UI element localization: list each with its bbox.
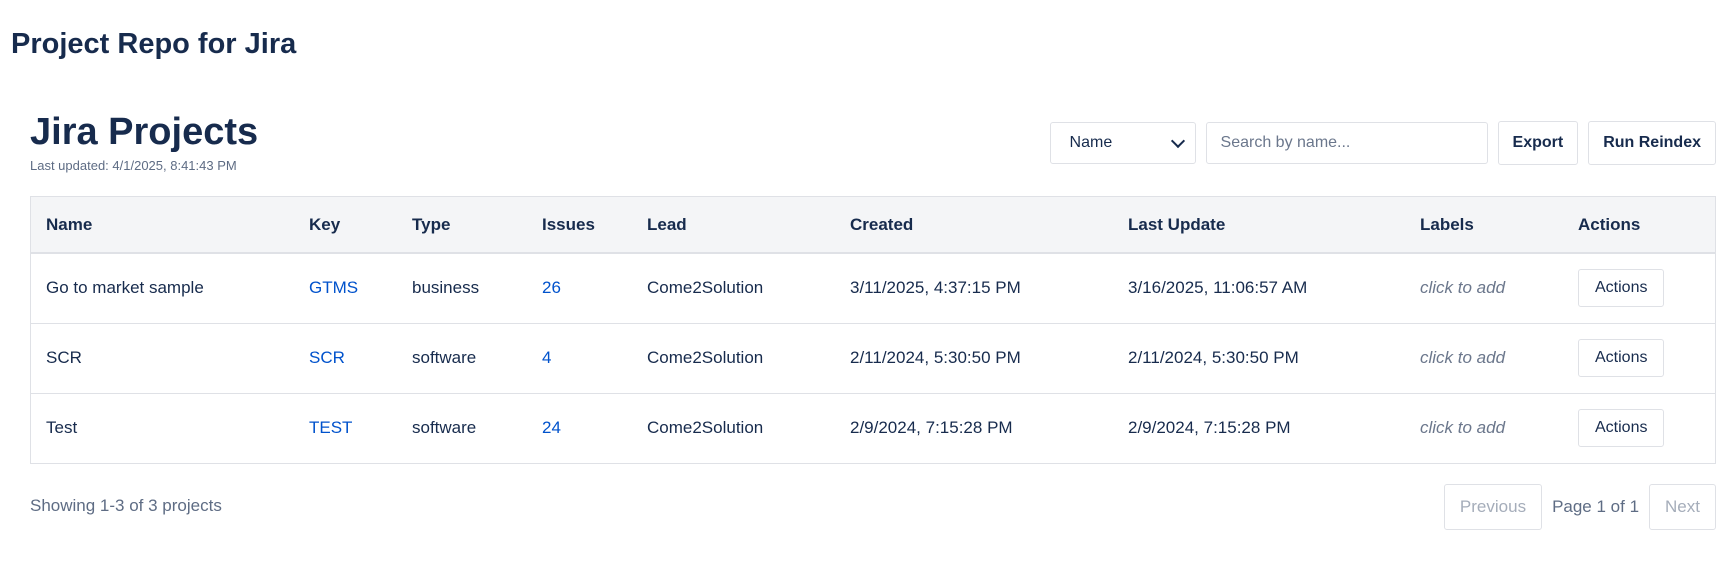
row-actions-button[interactable]: Actions [1578,339,1665,377]
issues-count-link[interactable]: 24 [542,418,561,437]
project-type: business [412,278,480,298]
column-header-actions: Actions [1563,197,1715,254]
search-input[interactable] [1205,122,1488,164]
column-header-labels: Labels [1405,197,1563,254]
pagination-footer: Showing 1-3 of 3 projects Previous Page … [30,484,1716,530]
issues-count-link[interactable]: 4 [542,348,551,367]
issues-count-link[interactable]: 26 [542,278,561,297]
project-key-link[interactable]: SCR [309,348,345,367]
project-key-link[interactable]: TEST [309,418,352,437]
column-header-issues[interactable]: Issues [527,197,632,254]
project-type: software [412,418,477,438]
table-row: SCR SCR software 4 Come2Solution 2/11/20… [31,323,1715,393]
page-info-text: Page 1 of 1 [1552,497,1640,516]
column-header-lead[interactable]: Lead [632,197,835,254]
labels-add-placeholder[interactable]: click to add [1420,348,1505,367]
project-key-link[interactable]: GTMS [309,278,358,297]
labels-add-placeholder[interactable]: click to add [1420,278,1505,297]
sort-field-select[interactable]: Name [1049,122,1196,164]
last-update-date: 2/11/2024, 5:30:50 PM [1128,348,1299,367]
projects-table: Name Key Type Issues Lead Created Last U… [30,196,1716,464]
project-name: Test [46,418,78,438]
column-header-last-update[interactable]: Last Update [1113,197,1405,254]
project-name: Go to market sample [46,278,204,298]
project-lead: Come2Solution [647,278,764,298]
project-type: software [412,348,477,367]
table-row: Go to market sample GTMS business 26 Com… [31,253,1715,323]
project-name: SCR [46,348,82,367]
column-header-created[interactable]: Created [835,197,1113,254]
created-date: 3/11/2025, 4:37:15 PM [850,278,1021,298]
column-header-key[interactable]: Key [294,197,397,254]
chevron-down-icon [1170,133,1185,148]
previous-page-button[interactable]: Previous [1443,484,1543,530]
projects-header: Jira Projects Last updated: 4/1/2025, 8:… [30,108,1716,178]
table-header-row: Name Key Type Issues Lead Created Last U… [31,197,1715,254]
sort-field-selected-value: Name [1069,134,1113,151]
project-lead: Come2Solution [647,348,764,367]
labels-add-placeholder[interactable]: click to add [1420,418,1505,437]
created-date: 2/11/2024, 5:30:50 PM [850,348,1021,367]
table-row: Test TEST software 24 Come2Solution 2/9/… [31,393,1715,463]
showing-count-text: Showing 1-3 of 3 projects [30,496,222,515]
column-header-name[interactable]: Name [31,197,294,254]
row-actions-button[interactable]: Actions [1578,269,1665,308]
row-actions-button[interactable]: Actions [1578,409,1665,448]
app-title: Project Repo for Jira [11,28,297,60]
next-page-button[interactable]: Next [1649,484,1716,530]
export-button[interactable]: Export [1497,121,1579,165]
project-lead: Come2Solution [647,418,764,438]
last-update-date: 2/9/2024, 7:15:28 PM [1128,418,1291,438]
last-update-date: 3/16/2025, 11:06:57 AM [1128,278,1308,298]
run-reindex-button[interactable]: Run Reindex [1588,121,1716,165]
created-date: 2/9/2024, 7:15:28 PM [850,418,1013,438]
pagination-controls: Previous Page 1 of 1 Next [1443,484,1716,530]
toolbar: Name Export Run Reindex [1049,121,1716,165]
column-header-type[interactable]: Type [397,197,527,254]
